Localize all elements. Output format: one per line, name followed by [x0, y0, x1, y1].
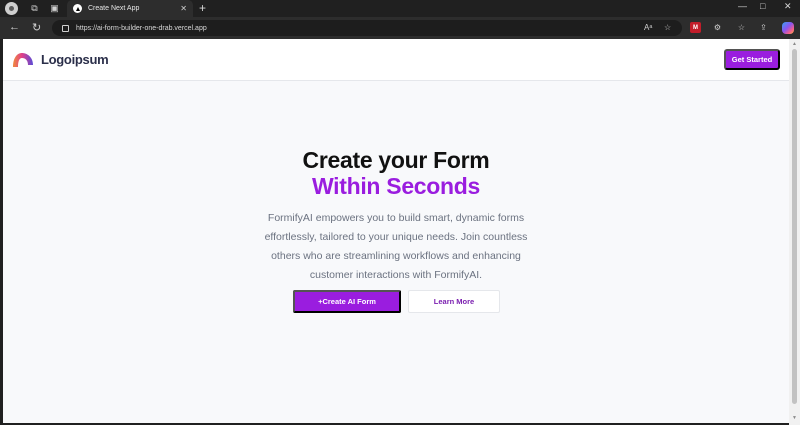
- tab-active[interactable]: Create Next App ✕: [67, 0, 193, 17]
- url-text[interactable]: https://ai-form-builder-one-drab.vercel.…: [76, 25, 207, 32]
- read-aloud-icon[interactable]: Aᵃ: [644, 23, 652, 32]
- hero-title-line2: Within Seconds: [311, 173, 481, 199]
- scroll-up-icon[interactable]: ▲: [792, 41, 797, 47]
- hero-title-line1: Create your Form: [302, 147, 490, 173]
- reload-button[interactable]: ↻: [32, 21, 41, 34]
- hero-description: FormifyAI empowers you to build smart, d…: [264, 212, 528, 281]
- lock-icon[interactable]: [62, 24, 69, 32]
- page-viewport: Logoipsum Get Started Create your Form W…: [3, 39, 789, 423]
- vercel-favicon-icon: [73, 4, 82, 13]
- minimize-button[interactable]: —: [738, 1, 747, 11]
- scroll-down-icon[interactable]: ▼: [792, 415, 797, 421]
- favorites-list-icon[interactable]: ☆: [736, 22, 747, 33]
- favorite-star-icon[interactable]: ☆: [664, 23, 671, 32]
- tab-strip: ⧉ ▣ Create Next App ✕ + — □ ✕: [0, 0, 800, 17]
- back-button[interactable]: ←: [9, 21, 20, 33]
- learn-more-button[interactable]: Learn More: [408, 290, 500, 313]
- address-bar[interactable]: https://ai-form-builder-one-drab.vercel.…: [52, 20, 682, 36]
- tab-actions-icon[interactable]: ▣: [48, 2, 61, 15]
- extension-red-icon[interactable]: M: [690, 22, 701, 33]
- toolbar: ← ↻ https://ai-form-builder-one-drab.ver…: [0, 17, 800, 39]
- browser-window: ⧉ ▣ Create Next App ✕ + — □ ✕ ← ↻ https:…: [0, 0, 800, 425]
- site-header: Logoipsum Get Started: [3, 39, 789, 81]
- page-scrollbar[interactable]: ▲ ▼: [789, 39, 800, 425]
- get-started-button[interactable]: Get Started: [724, 49, 780, 70]
- maximize-button[interactable]: □: [760, 1, 765, 11]
- logo-mark-icon[interactable]: [12, 52, 34, 68]
- hero-section: Create your Form Within Seconds FormifyA…: [3, 147, 789, 285]
- extensions-puzzle-icon[interactable]: ⚙: [712, 22, 723, 33]
- workspaces-icon[interactable]: ⧉: [28, 2, 41, 15]
- new-tab-button[interactable]: +: [199, 1, 206, 15]
- copilot-icon[interactable]: [782, 22, 794, 34]
- scrollbar-thumb[interactable]: [792, 49, 797, 404]
- logo-text[interactable]: Logoipsum: [41, 52, 109, 67]
- share-icon[interactable]: ⇪: [758, 22, 769, 33]
- close-window-button[interactable]: ✕: [784, 1, 792, 12]
- tab-close-icon[interactable]: ✕: [180, 4, 187, 13]
- create-ai-form-button[interactable]: +Create AI Form: [293, 290, 401, 313]
- profile-icon[interactable]: [5, 2, 18, 15]
- tab-title: Create Next App: [88, 5, 140, 12]
